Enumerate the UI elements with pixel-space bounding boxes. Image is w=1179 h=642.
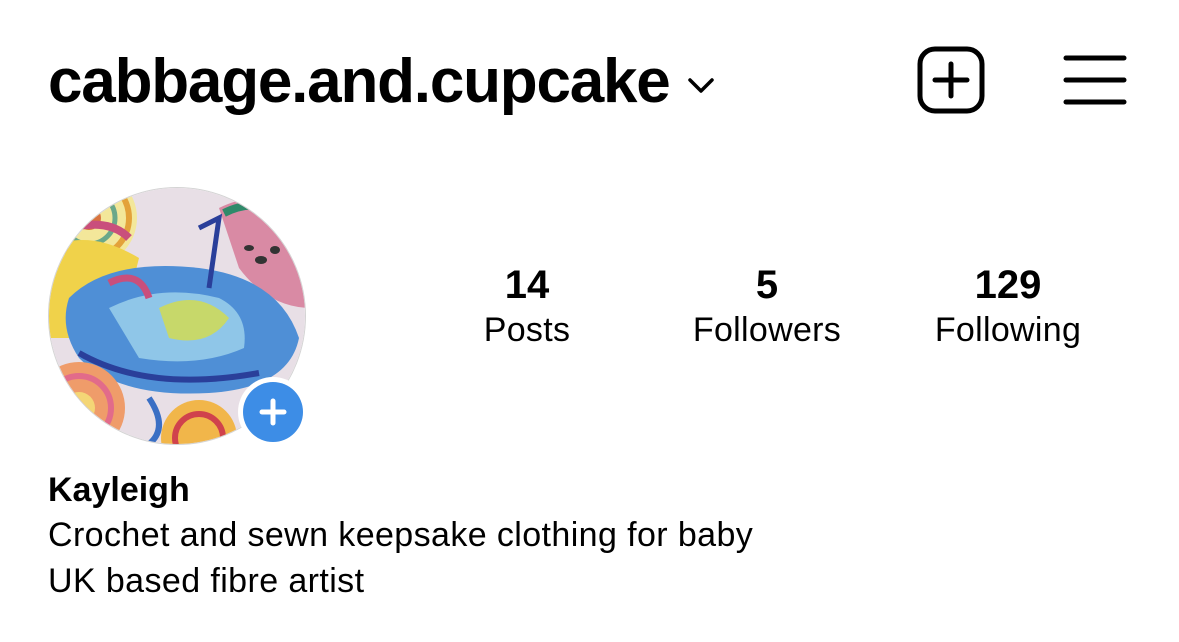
- posts-label: Posts: [483, 311, 571, 349]
- profile-screen: cabbage.and.cupcake 14 Posts 5 Followers…: [0, 0, 1179, 642]
- hamburger-menu-icon[interactable]: [1063, 52, 1127, 108]
- account-switcher[interactable]: cabbage.and.cupcake: [48, 44, 718, 120]
- followers-label: Followers: [692, 311, 842, 349]
- profile-bio: Kayleigh Crochet and sewn keepsake cloth…: [48, 468, 753, 604]
- followers-count: 5: [755, 263, 779, 307]
- bio-line: UK based fibre artist: [48, 562, 365, 600]
- following-label: Following: [934, 311, 1082, 349]
- chevron-down-icon: [687, 78, 714, 93]
- bio-line: Crochet and sewn keepsake clothing for b…: [48, 516, 754, 554]
- display-name: Kayleigh: [48, 471, 190, 509]
- posts-stat[interactable]: 14 Posts: [417, 262, 637, 352]
- add-story-badge: [243, 382, 303, 442]
- new-post-button[interactable]: [917, 46, 985, 114]
- add-story-button[interactable]: [238, 377, 308, 447]
- following-count: 129: [974, 263, 1042, 307]
- username: cabbage.and.cupcake: [48, 47, 671, 116]
- followers-stat[interactable]: 5 Followers: [657, 262, 877, 352]
- following-stat[interactable]: 129 Following: [898, 262, 1118, 352]
- posts-count: 14: [504, 263, 550, 307]
- plus-icon: [259, 398, 287, 426]
- profile-header: cabbage.and.cupcake: [0, 0, 1179, 160]
